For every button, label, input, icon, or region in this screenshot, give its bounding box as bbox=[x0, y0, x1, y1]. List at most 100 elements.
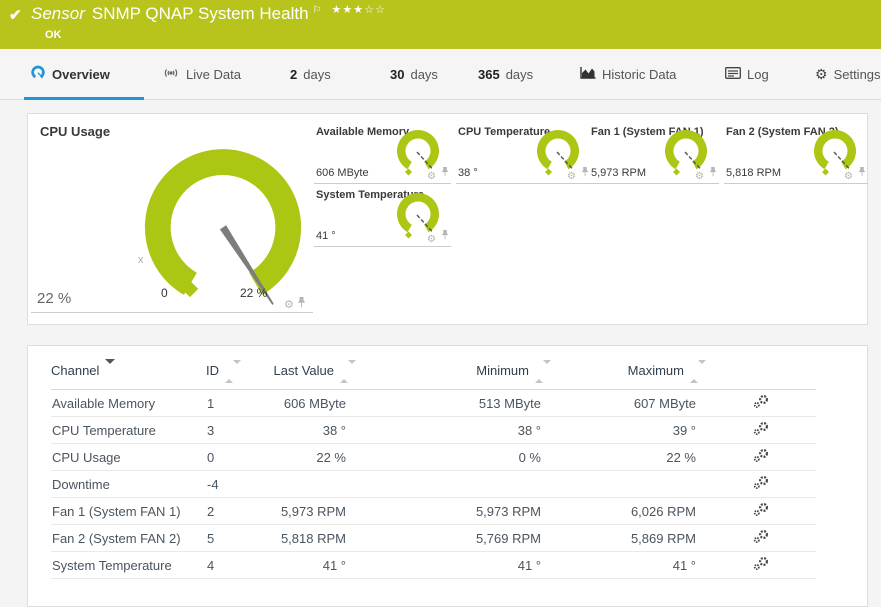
edit-channel-icon[interactable] bbox=[753, 529, 770, 547]
channel-cell: CPU Usage bbox=[51, 443, 206, 471]
column-header-minimum[interactable]: Minimum bbox=[356, 360, 551, 390]
stars-empty: ☆☆ bbox=[364, 4, 386, 16]
channel-cell: System Temperature bbox=[51, 551, 206, 579]
last-value-cell: 5,973 RPM bbox=[261, 497, 356, 525]
table-row[interactable]: Downtime -4 bbox=[51, 470, 816, 498]
tile-value: 38 ° bbox=[458, 167, 478, 179]
sensor-name: SNMP QNAP System Health bbox=[91, 4, 309, 23]
gear-icon[interactable]: ⚙ bbox=[567, 171, 576, 182]
tab-2-days-label: days bbox=[303, 66, 331, 82]
edit-channel-icon[interactable] bbox=[753, 475, 770, 493]
sort-icon bbox=[340, 360, 356, 383]
id-cell: 5 bbox=[206, 524, 261, 552]
gear-icon[interactable]: ⚙ bbox=[427, 234, 436, 245]
page-title: Sensor SNMP QNAP System Health ⚐ ★★★☆☆ bbox=[31, 4, 386, 24]
sensor-status-header: ✔ Sensor SNMP QNAP System Health ⚐ ★★★☆☆ OK bbox=[0, 0, 881, 49]
table-row[interactable]: Available Memory 1 606 MByte 513 MByte 6… bbox=[51, 389, 816, 417]
gear-icon[interactable]: ⚙ bbox=[844, 171, 853, 182]
maximum-cell bbox=[551, 470, 706, 498]
tab-live-data[interactable]: Live Data bbox=[162, 49, 241, 99]
column-header-last-value[interactable]: Last Value bbox=[261, 360, 356, 390]
edit-channel-icon[interactable] bbox=[753, 502, 770, 520]
id-cell: 1 bbox=[206, 389, 261, 417]
sort-icon bbox=[690, 360, 706, 383]
main-gauge-title: CPU Usage bbox=[40, 124, 111, 139]
gauge-axis-marker: x bbox=[138, 254, 144, 266]
table-row[interactable]: System Temperature 4 41 ° 41 ° 41 ° bbox=[51, 551, 816, 579]
priority-stars[interactable]: ★★★☆☆ bbox=[332, 4, 386, 16]
last-value-cell bbox=[261, 470, 356, 498]
last-value-cell: 38 ° bbox=[261, 416, 356, 444]
pin-icon[interactable] bbox=[581, 164, 589, 182]
edit-channel-icon[interactable] bbox=[753, 556, 770, 574]
maximum-cell: 6,026 RPM bbox=[551, 497, 706, 525]
gauges-panel: CPU Usage x 0 22 % 22 % ⚙ Available Memo… bbox=[27, 113, 868, 325]
sort-icon bbox=[225, 360, 241, 383]
table-row[interactable]: Fan 2 (System FAN 2) 5 5,818 RPM 5,769 R… bbox=[51, 524, 816, 552]
channels-table: Channel ID Last Value Minimum Maximum Av… bbox=[51, 359, 816, 579]
gauge-tile-fan2: Fan 2 (System FAN 2) 5,818 RPM ⚙ bbox=[724, 123, 868, 184]
tab-historic-data[interactable]: Historic Data bbox=[580, 49, 676, 99]
tab-2-days[interactable]: 2 days bbox=[290, 49, 331, 99]
table-header-row: Channel ID Last Value Minimum Maximum bbox=[51, 359, 816, 390]
tile-value: 5,973 RPM bbox=[591, 167, 647, 179]
column-header-maximum[interactable]: Maximum bbox=[551, 360, 706, 390]
table-row[interactable]: Fan 1 (System FAN 1) 2 5,973 RPM 5,973 R… bbox=[51, 497, 816, 525]
channel-cell: Fan 2 (System FAN 2) bbox=[51, 524, 206, 552]
pin-icon[interactable] bbox=[709, 164, 717, 182]
cpu-usage-value: 22 % bbox=[37, 290, 72, 307]
column-header-channel[interactable]: Channel bbox=[51, 359, 206, 390]
active-tab-underline bbox=[24, 97, 144, 100]
id-cell: 3 bbox=[206, 416, 261, 444]
tab-365-days-label: days bbox=[505, 66, 534, 82]
maximum-cell: 22 % bbox=[551, 443, 706, 471]
broadcast-icon bbox=[162, 66, 180, 83]
maximum-cell: 5,869 RPM bbox=[551, 524, 706, 552]
column-header-actions bbox=[706, 363, 816, 390]
minimum-cell: 5,769 RPM bbox=[356, 524, 551, 552]
id-cell: -4 bbox=[206, 470, 261, 498]
chart-icon bbox=[580, 66, 596, 82]
pin-icon[interactable] bbox=[441, 164, 449, 182]
minimum-cell: 513 MByte bbox=[356, 389, 551, 417]
tile-value: 5,818 RPM bbox=[726, 167, 782, 179]
status-badge: OK bbox=[45, 29, 62, 41]
gear-icon[interactable]: ⚙ bbox=[427, 171, 436, 182]
edit-channel-icon[interactable] bbox=[753, 448, 770, 466]
last-value-cell: 606 MByte bbox=[261, 389, 356, 417]
column-header-id[interactable]: ID bbox=[206, 360, 261, 390]
tab-historic-data-label: Historic Data bbox=[602, 66, 677, 82]
gauge-tile-system-temperature: System Temperature 41 ° ⚙ bbox=[314, 186, 451, 247]
tab-settings-label: Settings bbox=[833, 66, 881, 82]
gear-icon[interactable]: ⚙ bbox=[284, 299, 294, 311]
pin-icon[interactable] bbox=[441, 227, 449, 245]
tab-log-label: Log bbox=[747, 66, 769, 82]
table-row[interactable]: CPU Usage 0 22 % 0 % 22 % bbox=[51, 443, 816, 471]
channel-cell: Fan 1 (System FAN 1) bbox=[51, 497, 206, 525]
gauge-tile-available-memory: Available Memory 606 MByte ⚙ bbox=[314, 123, 451, 184]
id-cell: 0 bbox=[206, 443, 261, 471]
tab-live-data-label: Live Data bbox=[186, 66, 241, 82]
tile-value: 41 ° bbox=[316, 230, 336, 242]
gauge-tile-fan1: Fan 1 (System FAN 1) 5,973 RPM ⚙ bbox=[589, 123, 719, 184]
tab-365-days[interactable]: 365 days bbox=[478, 49, 533, 99]
edit-channel-icon[interactable] bbox=[753, 421, 770, 439]
tab-log[interactable]: Log bbox=[725, 49, 769, 99]
tab-30-days[interactable]: 30 days bbox=[390, 49, 438, 99]
pin-icon[interactable] bbox=[858, 164, 866, 182]
gauge-scale-max: 22 % bbox=[240, 286, 268, 300]
channel-cell: Downtime bbox=[51, 470, 206, 498]
minimum-cell: 38 ° bbox=[356, 416, 551, 444]
table-row[interactable]: CPU Temperature 3 38 ° 38 ° 39 ° bbox=[51, 416, 816, 444]
tab-overview[interactable]: Overview bbox=[30, 49, 110, 99]
gear-icon[interactable]: ⚙ bbox=[695, 171, 704, 182]
priority-flag-icon[interactable]: ⚐ bbox=[313, 5, 322, 16]
tab-settings[interactable]: ⚙ Settings bbox=[815, 49, 881, 99]
edit-channel-icon[interactable] bbox=[753, 394, 770, 412]
pin-icon[interactable] bbox=[297, 295, 306, 312]
minimum-cell: 41 ° bbox=[356, 551, 551, 579]
tab-30-days-number: 30 bbox=[390, 66, 405, 82]
channels-panel: Channel ID Last Value Minimum Maximum Av… bbox=[27, 345, 868, 607]
tab-30-days-label: days bbox=[410, 66, 438, 82]
minimum-cell: 0 % bbox=[356, 443, 551, 471]
